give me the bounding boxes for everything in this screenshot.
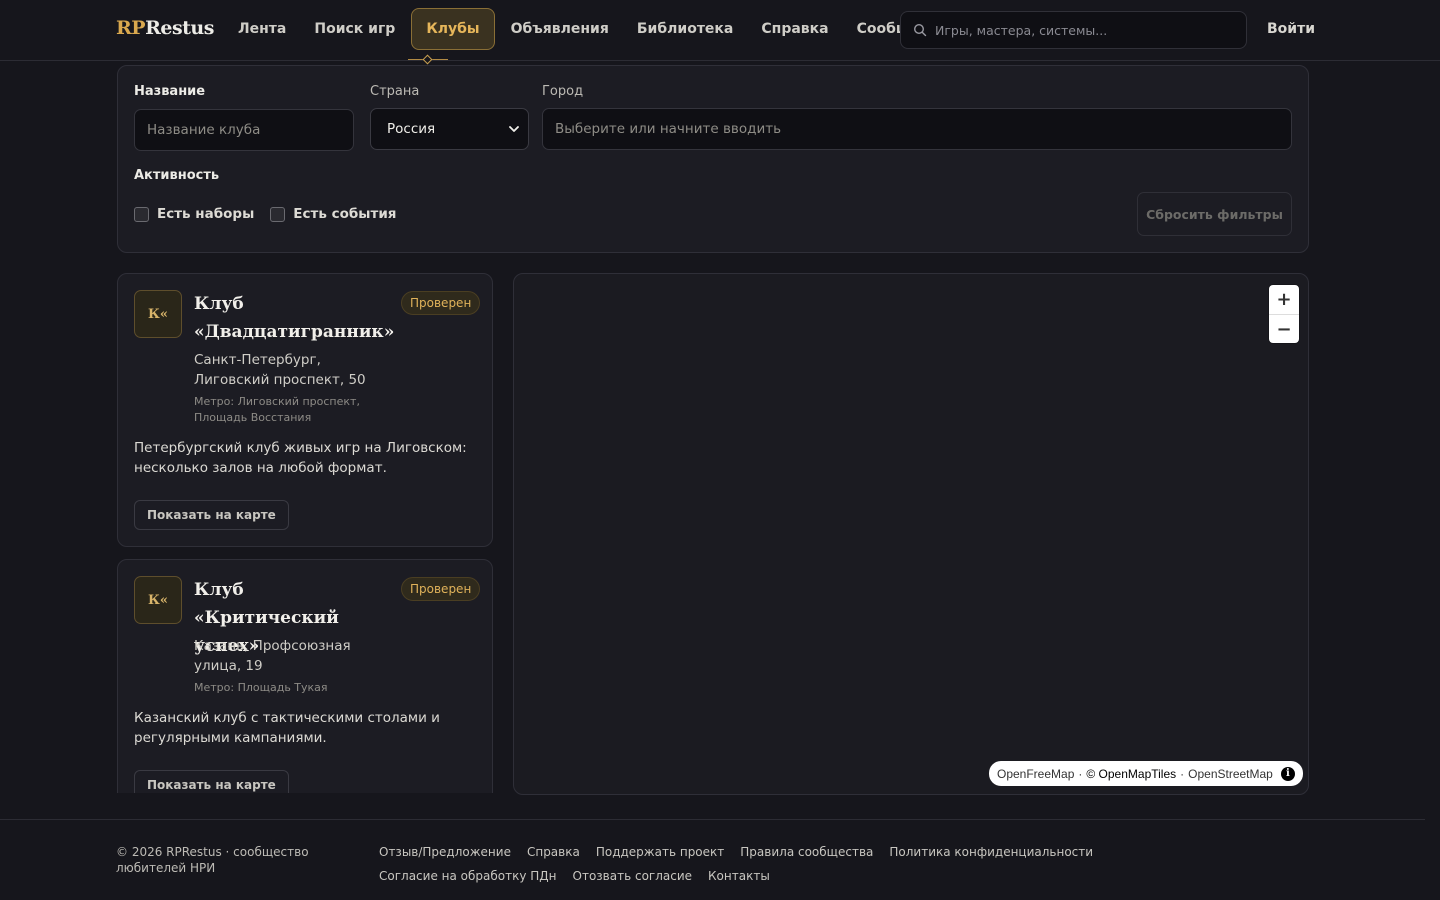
- footer-link-feedback[interactable]: Отзыв/Предложение: [379, 840, 511, 864]
- logo-accent: RP: [116, 17, 146, 39]
- global-search[interactable]: [900, 11, 1247, 49]
- search-icon: [913, 23, 927, 37]
- show-on-map-button[interactable]: Показать на карте: [134, 770, 289, 793]
- nav-help[interactable]: Справка: [747, 8, 842, 50]
- footer-link-consent[interactable]: Согласие на обработку ПДн: [379, 864, 557, 888]
- attribution-openmaptiles[interactable]: © OpenMapTiles: [1086, 767, 1176, 781]
- nav-announcements[interactable]: Объявления: [497, 8, 623, 50]
- verified-badge: Проверен: [401, 577, 481, 601]
- footer: © 2026 RPRestus · сообщество любителей Н…: [0, 819, 1425, 900]
- nav-feed[interactable]: Лента: [224, 8, 300, 50]
- activity-label: Активность: [134, 168, 220, 183]
- city-input[interactable]: [542, 108, 1292, 150]
- club-description: Казанский клуб с тактическими столами и …: [134, 710, 440, 746]
- recruitment-label: Есть наборы: [157, 206, 255, 222]
- verified-badge: Проверен: [401, 291, 481, 315]
- logo-text: Restus: [145, 17, 214, 39]
- recruitment-checkbox[interactable]: Есть наборы: [134, 206, 254, 222]
- events-label: Есть события: [293, 206, 397, 222]
- filters-panel: Название Страна Россия Город Активность …: [117, 65, 1309, 253]
- chevron-down-icon: [509, 126, 519, 132]
- footer-links: Отзыв/Предложение Справка Поддержать про…: [379, 840, 1279, 888]
- footer-link-rules[interactable]: Правила сообщества: [740, 840, 873, 864]
- clubs-map[interactable]: + − OpenFreeMap · © OpenMapTiles · OpenS…: [513, 273, 1309, 795]
- nav-game-search[interactable]: Поиск игр: [300, 8, 409, 50]
- attribution-separator: ·: [1078, 766, 1083, 781]
- nav-library[interactable]: Библиотека: [623, 8, 748, 50]
- name-label: Название: [134, 84, 206, 99]
- attribution-separator: ·: [1180, 766, 1185, 781]
- search-input[interactable]: [935, 22, 1225, 38]
- country-value: Россия: [387, 121, 436, 137]
- attribution-openfreemap[interactable]: OpenFreeMap: [997, 767, 1074, 781]
- zoom-in-button[interactable]: +: [1269, 285, 1299, 314]
- checkbox-box[interactable]: [134, 206, 149, 222]
- site-logo[interactable]: RPRestus: [116, 17, 214, 39]
- club-card: К« Клуб «Двадцатигранник» Проверен Санкт…: [117, 273, 493, 547]
- checkbox-box[interactable]: [270, 206, 286, 222]
- info-icon[interactable]: i: [1280, 766, 1295, 781]
- activity-checkboxes: Есть наборы Есть события: [134, 206, 412, 222]
- club-avatar: К«: [134, 290, 182, 338]
- club-metro: Метро: Площадь Тукая: [194, 681, 328, 694]
- footer-link-support[interactable]: Поддержать проект: [596, 840, 724, 864]
- country-select[interactable]: Россия: [370, 108, 529, 150]
- footer-link-revoke-consent[interactable]: Отозвать согласие: [573, 864, 693, 888]
- zoom-controls: + −: [1269, 285, 1299, 343]
- footer-link-privacy[interactable]: Политика конфиденциальности: [889, 840, 1093, 864]
- club-avatar: К«: [134, 576, 182, 624]
- club-address: Казань, Профсоюзная улица, 19: [194, 638, 351, 674]
- club-metro: Метро: Лиговский проспект, Площадь Восст…: [194, 395, 360, 424]
- attribution-openstreetmap[interactable]: OpenStreetMap: [1188, 767, 1273, 781]
- club-address: Санкт-Петербург, Лиговский проспект, 50: [194, 352, 366, 388]
- club-description: Петербургский клуб живых игр на Лиговско…: [134, 440, 467, 476]
- copyright: © 2026 RPRestus · сообщество любителей Н…: [116, 845, 309, 875]
- show-on-map-button[interactable]: Показать на карте: [134, 500, 289, 530]
- events-checkbox[interactable]: Есть события: [270, 206, 396, 222]
- main-nav: Лента Поиск игр Клубы Объявления Библиот…: [224, 8, 963, 50]
- map-attribution: OpenFreeMap · © OpenMapTiles · OpenStree…: [989, 761, 1303, 786]
- club-title[interactable]: Клуб «Двадцатигранник»: [194, 290, 394, 346]
- country-label: Страна: [370, 84, 420, 99]
- footer-link-contacts[interactable]: Контакты: [708, 864, 770, 888]
- club-list[interactable]: К« Клуб «Двадцатигранник» Проверен Санкт…: [117, 273, 495, 793]
- login-button[interactable]: Войти: [1267, 21, 1315, 37]
- active-nav-diamond: [422, 54, 433, 65]
- reset-filters-button[interactable]: Сбросить фильтры: [1137, 192, 1292, 236]
- club-name-input[interactable]: [134, 109, 354, 151]
- footer-link-help[interactable]: Справка: [527, 840, 580, 864]
- top-navbar: RPRestus Лента Поиск игр Клубы Объявлени…: [0, 0, 1440, 65]
- club-card: К« Клуб «Критический успех» Проверен Каз…: [117, 559, 493, 793]
- city-label: Город: [542, 84, 584, 99]
- nav-clubs[interactable]: Клубы: [411, 8, 495, 50]
- zoom-out-button[interactable]: −: [1269, 315, 1299, 344]
